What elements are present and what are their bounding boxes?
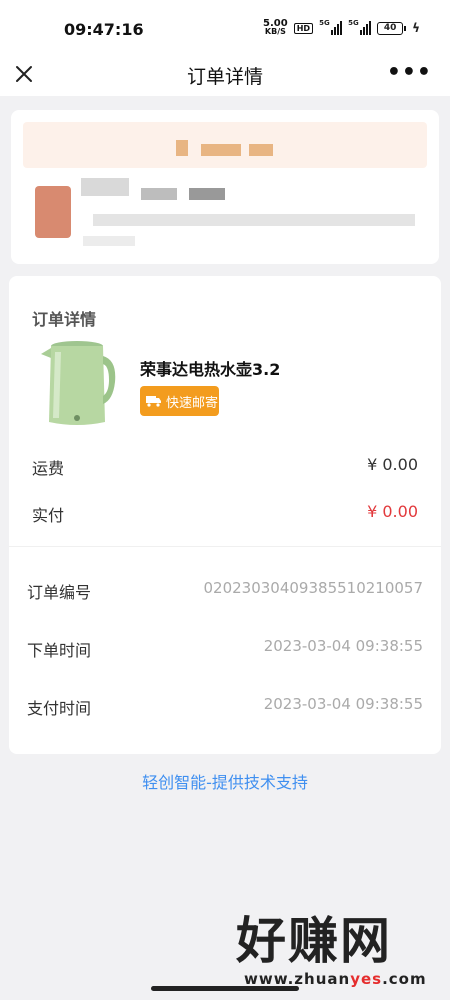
product-name: 荣事达电热水壶3.2 [140,360,281,379]
bolt-icon: ϟ [412,21,420,35]
shop-card [11,110,439,264]
order-number-label: 订单编号 [27,583,92,602]
fee-value-shipping: ¥ 0.00 [367,455,418,474]
truck-icon [146,396,161,407]
battery-icon: 40 [377,21,407,35]
nav-bar: 订单详情 ••• [0,56,450,96]
more-icon[interactable]: ••• [387,60,432,85]
fee-label-paid: 实付 [32,506,65,525]
signal-label: 5G [319,19,330,27]
shop-address-blurred [93,214,415,226]
network-speed-unit: KB/S [264,27,286,36]
tech-support-link[interactable]: 轻创智能-提供技术支持 [0,769,450,793]
page-title: 订单详情 [186,66,263,88]
shop-name-blurred [81,178,129,196]
kettle-image [41,341,116,425]
status-icons: 5.00 KB/S HD 5G 5G 40 ϟ [263,19,420,36]
order-detail-card: 订单详情 荣事达电热水壶3.2 快速邮寄 运费 ¥ 0.00 实付 ¥ 0.00… [9,276,441,754]
watermark-logo: 好赚网 www.zhuanyes.com [236,912,436,990]
watermark-main: 好赚网 [236,912,392,970]
banner-icon [176,140,188,156]
hd-icon: HD [293,22,314,34]
order-number-value: 0202303040938551021005​7 [203,579,424,597]
signal-label-2: 5G [348,19,359,27]
shop-name-blurred-2 [141,188,177,200]
home-indicator[interactable] [151,986,299,991]
fee-value-paid: ¥ 0.00 [367,502,418,521]
watermark-url-post: .com [382,970,427,988]
battery-level: 40 [377,21,404,35]
pay-time-label: 支付时间 [27,699,92,718]
fee-label-shipping: 运费 [32,459,65,478]
shop-name-blurred-3 [189,188,225,200]
shipping-badge: 快速邮寄 [140,386,219,416]
divider [9,546,441,547]
status-banner [23,122,427,168]
watermark-url-hl: yes [350,970,383,988]
banner-text-blurred [201,144,241,156]
shop-avatar [35,186,71,238]
pay-time-value: 2023-03-04 09:38:55 [263,695,423,713]
order-time-label: 下单时间 [27,641,92,660]
banner-text-blurred-2 [249,144,273,156]
section-title: 订单详情 [32,310,97,329]
network-speed: 5.00 KB/S [263,19,288,36]
shipping-badge-label: 快速邮寄 [166,395,219,411]
signal-icon: 5G [319,19,343,35]
order-time-value: 2023-03-04 09:38:55 [263,637,423,655]
status-time: 09:47:16 [64,20,144,39]
shop-extra-blurred [83,236,135,246]
status-bar: 09:47:16 5.00 KB/S HD 5G 5G 40 ϟ [0,0,450,56]
signal-icon-2: 5G [348,19,372,35]
